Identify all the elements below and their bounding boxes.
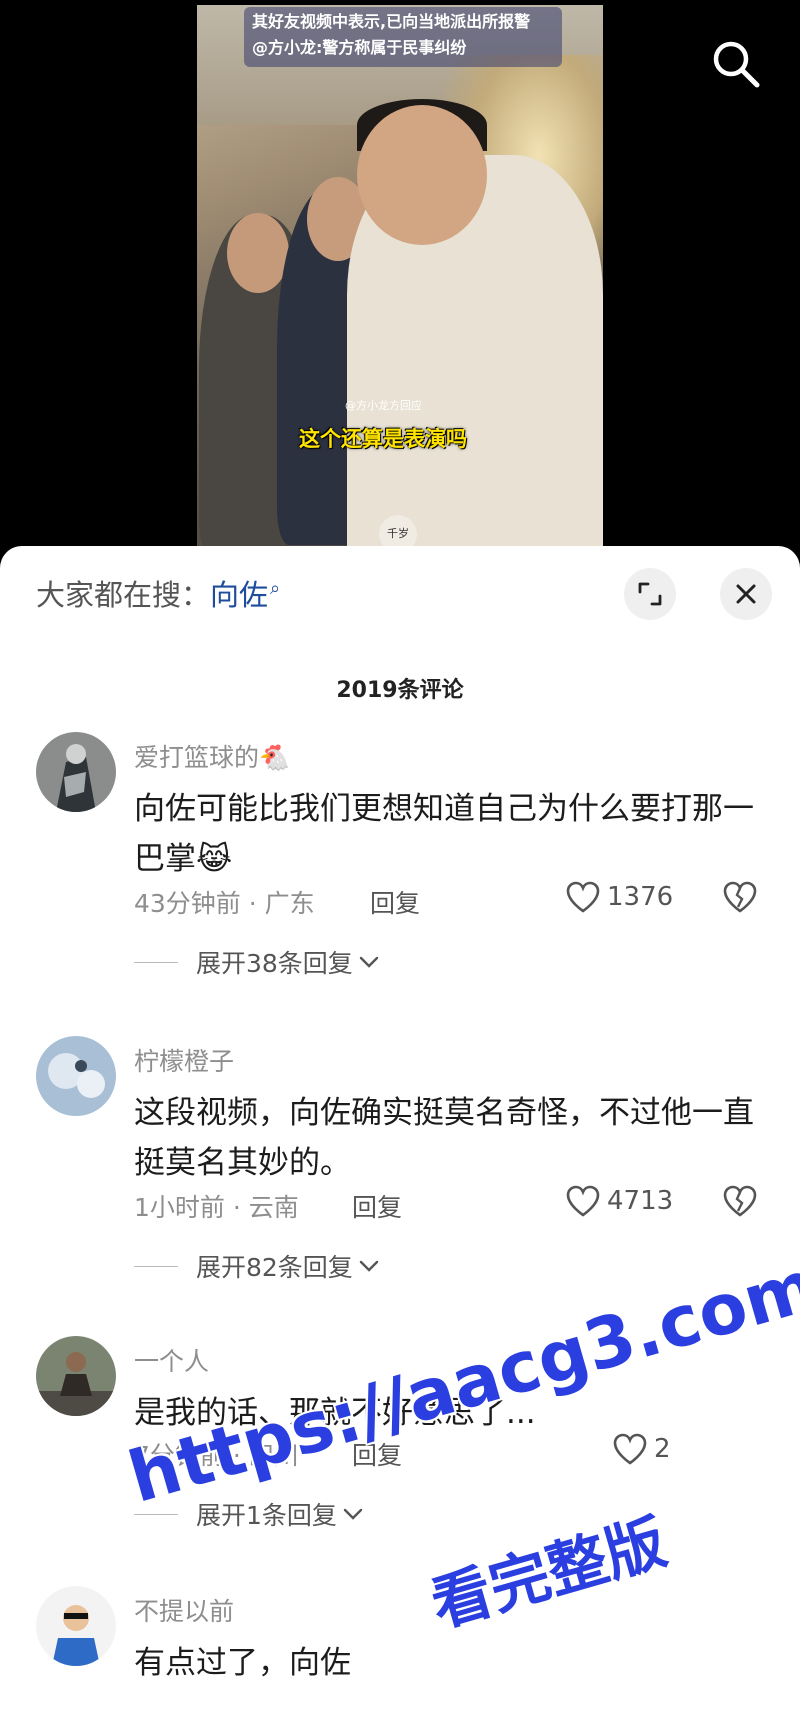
- expand-replies-label: 展开1条回复: [196, 1501, 337, 1530]
- divider: [134, 1265, 178, 1267]
- video-watermark: 千岁: [379, 515, 417, 550]
- comment-meta: 43分钟前 · 广东: [134, 889, 315, 918]
- video-caption: 其好友视频中表示,已向当地派出所报警 @方小龙:警方称属于民事纠纷: [244, 7, 562, 67]
- hot-search-keyword[interactable]: 向佐: [210, 578, 268, 612]
- video-subtitle: 这个还算是表演吗: [299, 427, 467, 451]
- comment-username[interactable]: 不提以前: [134, 1592, 234, 1628]
- like-count: 4713: [607, 1186, 674, 1216]
- comment-username[interactable]: 柠檬橙子: [134, 1042, 234, 1078]
- comment-sheet: 大家都在搜：向佐 ⌕ 2019条评论 爱打篮球的🐔 向佐可能比我们更想知道自己为什…: [0, 546, 800, 1710]
- comment-meta: 1小时前 · 云南: [134, 1193, 299, 1222]
- comment-text: 有点过了，向佐: [134, 1645, 351, 1681]
- chevron-down-icon: [359, 1260, 379, 1272]
- reply-button[interactable]: 回复: [352, 1188, 402, 1224]
- like-count: 2: [654, 1434, 671, 1464]
- comment-item: 柠檬橙子 这段视频，向佐确实挺莫名奇怪，不过他一直挺莫名其妙的。 1小时前 · …: [0, 1036, 800, 1316]
- avatar[interactable]: [36, 732, 116, 812]
- video-frame[interactable]: 其好友视频中表示,已向当地派出所报警 @方小龙:警方称属于民事纠纷 @方小龙方回…: [197, 5, 603, 550]
- like-button[interactable]: 2: [612, 1432, 671, 1466]
- expand-replies[interactable]: 展开1条回复: [134, 1496, 365, 1532]
- divider: [134, 1513, 178, 1515]
- reply-button[interactable]: 回复: [352, 1436, 402, 1472]
- like-button[interactable]: 4713: [565, 1184, 673, 1218]
- search-button[interactable]: [710, 38, 762, 90]
- avatar[interactable]: [36, 1336, 116, 1416]
- chevron-down-icon: [343, 1508, 363, 1520]
- comment-text: 这段视频，向佐确实挺莫名奇怪，不过他一直挺莫名其妙的。: [134, 1095, 754, 1181]
- video-caption-line2: @方小龙:警方称属于民事纠纷: [252, 38, 467, 57]
- comment-item: 不提以前 有点过了，向佐: [0, 1586, 800, 1710]
- video-caption-line1: 其好友视频中表示,已向当地派出所报警: [252, 12, 531, 31]
- avatar[interactable]: [36, 1036, 116, 1116]
- like-count: 1376: [607, 882, 674, 912]
- search-icon: [713, 41, 760, 88]
- comment-text: 向佐可能比我们更想知道自己为什么要打那一巴掌😹: [134, 791, 754, 877]
- expand-button[interactable]: [624, 568, 676, 620]
- comment-username[interactable]: 一个人: [134, 1342, 209, 1378]
- avatar[interactable]: [36, 1586, 116, 1666]
- comment-item: 爱打篮球的🐔 向佐可能比我们更想知道自己为什么要打那一巴掌😹 43分钟前 · 广…: [0, 732, 800, 1022]
- heart-icon: [566, 1185, 600, 1217]
- heart-icon: [566, 881, 600, 913]
- close-icon: [736, 584, 756, 604]
- like-button[interactable]: 1376: [565, 880, 673, 914]
- heart-icon: [613, 1433, 647, 1465]
- expand-replies-label: 展开82条回复: [196, 1253, 353, 1282]
- close-button[interactable]: [720, 568, 772, 620]
- divider: [134, 961, 178, 963]
- broken-heart-icon: [723, 1185, 757, 1217]
- dislike-button[interactable]: [722, 1184, 758, 1222]
- expand-replies-label: 展开38条回复: [196, 949, 353, 978]
- comment-meta: 7分钟前 · 四川: [134, 1441, 299, 1470]
- expand-icon: [638, 582, 662, 606]
- reply-button[interactable]: 回复: [370, 884, 420, 920]
- search-small-icon: ⌕: [270, 578, 281, 600]
- expand-replies[interactable]: 展开82条回复: [134, 1248, 381, 1284]
- comment-count: 2019条评论: [336, 678, 464, 703]
- comment-text: 是我的话、那就不好意思了...: [134, 1395, 536, 1431]
- expand-replies[interactable]: 展开38条回复: [134, 944, 381, 980]
- comment-item: 一个人 是我的话、那就不好意思了... 7分钟前 · 四川 回复 2 展开1条回…: [0, 1336, 800, 1556]
- comment-username[interactable]: 爱打篮球的🐔: [134, 738, 290, 774]
- video-tag: @方小龙方回应: [345, 399, 422, 412]
- video-player[interactable]: 其好友视频中表示,已向当地派出所报警 @方小龙:警方称属于民事纠纷 @方小龙方回…: [0, 0, 800, 560]
- hot-search-bar[interactable]: 大家都在搜：向佐 ⌕: [36, 572, 280, 614]
- video-person-right: [347, 99, 603, 550]
- dislike-button[interactable]: [722, 880, 758, 918]
- hot-search-prefix: 大家都在搜：: [36, 578, 211, 612]
- broken-heart-icon: [723, 881, 757, 913]
- chevron-down-icon: [359, 956, 379, 968]
